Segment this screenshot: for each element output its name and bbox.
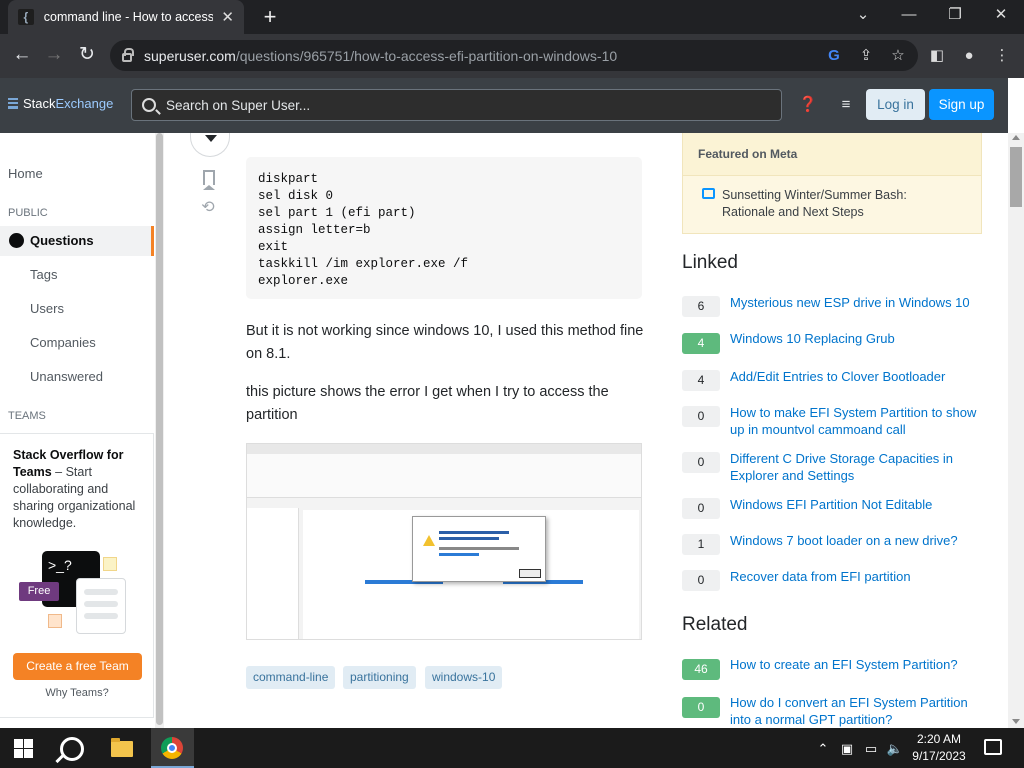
linked-score: 4 [682,370,720,391]
chrome-icon [161,737,183,759]
history-icon[interactable]: ⟲ [199,199,217,217]
related-score: 46 [682,659,720,680]
restore-button[interactable]: ❐ [940,4,970,26]
chat-icon [702,188,715,199]
code-block: diskpart sel disk 0 sel part 1 (efi part… [246,157,642,299]
error-dialog-image [412,516,546,582]
network-icon[interactable]: ▭ [862,740,880,758]
meta-link[interactable]: Sunsetting Winter/Summer Bash: Rationale… [722,187,962,221]
reload-button[interactable]: ↻ [75,44,99,66]
related-question-link[interactable]: How to create an EFI System Partition? [730,656,980,673]
create-team-button[interactable]: Create a free Team [13,653,142,680]
bookmark-icon[interactable] [203,170,215,190]
menu-icon[interactable]: ⋮ [992,46,1012,66]
tray-chevron-icon[interactable]: ⌃ [814,740,832,758]
tab-search-icon[interactable]: ⌄ [848,4,878,26]
chrome-taskbar-button[interactable] [151,728,194,768]
note-icon [48,614,62,628]
page-scrollbar[interactable] [1008,133,1024,728]
address-bar[interactable]: superuser.com/questions/965751/how-to-ac… [110,40,918,71]
url-text: superuser.com/questions/965751/how-to-ac… [144,47,618,64]
related-score: 0 [682,697,720,718]
linked-score: 1 [682,534,720,555]
vote-down-icon[interactable] [190,133,230,157]
linked-question-link[interactable]: Windows 7 boot loader on a new drive? [730,532,980,549]
tag-command-line[interactable]: command-line [246,666,336,689]
linked-heading: Linked [682,252,738,273]
taskbar-search-icon[interactable] [60,737,84,761]
notification-icon[interactable] [984,739,1002,755]
stackexchange-logo[interactable]: Stack Exchange [8,96,113,111]
note-icon [103,557,117,571]
related-question-link[interactable]: How do I convert an EFI System Partition… [730,694,980,728]
search-input[interactable]: Search on Super User... [131,89,782,121]
search-icon [142,98,156,112]
linked-score: 0 [682,452,720,473]
volume-icon[interactable]: 🔈 [886,740,904,758]
scroll-thumb[interactable] [1010,147,1022,207]
search-placeholder: Search on Super User... [166,97,311,113]
taskbar-clock[interactable]: 2:20 AM 9/17/2023 [905,731,973,765]
featured-meta-box: Featured on Meta Sunsetting Winter/Summe… [682,133,982,234]
nav-tags[interactable]: Tags [30,267,57,282]
tab-title: command line - How to access efi [43,10,214,24]
sidepanel-icon[interactable]: ◧ [927,46,947,66]
list-illustration [76,578,126,634]
globe-icon [9,233,24,248]
warning-icon [423,535,435,546]
linked-score: 0 [682,498,720,519]
site-switcher-icon[interactable]: ≡ [836,95,856,115]
file-explorer-icon[interactable] [111,738,133,757]
linked-question-link[interactable]: How to make EFI System Partition to show… [730,404,980,438]
forward-button[interactable]: → [42,44,66,66]
signup-button[interactable]: Sign up [929,89,994,120]
stackexchange-icon [8,98,18,109]
google-icon[interactable]: G [824,46,844,66]
scroll-down-icon[interactable] [1012,719,1020,724]
post-paragraph: this picture shows the error I get when … [246,384,609,423]
nav-unanswered[interactable]: Unanswered [30,369,103,384]
star-icon[interactable]: ☆ [888,46,908,66]
linked-question-link[interactable]: Windows 10 Replacing Grub [730,330,980,347]
related-heading: Related [682,614,748,635]
close-window-button[interactable]: ✕ [986,4,1016,26]
linked-question-link[interactable]: Mysterious new ESP drive in Windows 10 [730,294,980,311]
help-icon[interactable]: ❓ [798,95,818,115]
left-scrollbar[interactable] [155,133,164,728]
nav-home[interactable]: Home [8,166,43,181]
linked-score: 6 [682,296,720,317]
new-tab-button[interactable]: + [258,4,282,30]
tag-partitioning[interactable]: partitioning [343,666,416,689]
minimize-button[interactable]: — [894,4,924,26]
tray-device-icon[interactable]: ▣ [838,740,856,758]
why-teams-link[interactable]: Why Teams? [0,687,154,699]
free-badge: Free [19,582,59,601]
login-button[interactable]: Log in [866,89,925,120]
nav-companies[interactable]: Companies [30,335,96,350]
back-button[interactable]: ← [10,44,34,66]
linked-question-link[interactable]: Windows EFI Partition Not Editable [730,496,980,513]
post-paragraph: But it is not working since windows 10, … [246,323,644,362]
windows-start-icon[interactable] [14,739,33,758]
linked-score: 0 [682,570,720,591]
nav-teams-heading: TEAMS [8,410,46,422]
linked-question-link[interactable]: Different C Drive Storage Capacities in … [730,450,980,484]
favicon-icon: { [18,9,34,25]
profile-icon[interactable]: ● [959,46,979,66]
tag-windows-10[interactable]: windows-10 [425,666,503,689]
featured-meta-header: Featured on Meta [683,133,981,176]
linked-question-link[interactable]: Recover data from EFI partition [730,568,980,585]
scroll-up-icon[interactable] [1012,135,1020,140]
nav-users[interactable]: Users [30,301,64,316]
lock-icon [122,48,134,62]
linked-question-link[interactable]: Add/Edit Entries to Clover Bootloader [730,368,980,385]
close-tab-icon[interactable]: ✕ [221,8,234,26]
linked-score: 0 [682,406,720,427]
browser-tab[interactable]: { command line - How to access efi ✕ [8,0,244,34]
nav-public-heading: PUBLIC [8,207,48,219]
error-screenshot[interactable] [246,443,642,640]
nav-questions[interactable]: Questions [0,226,154,256]
share-icon[interactable]: ⇪ [856,46,876,66]
linked-score: 4 [682,333,720,354]
